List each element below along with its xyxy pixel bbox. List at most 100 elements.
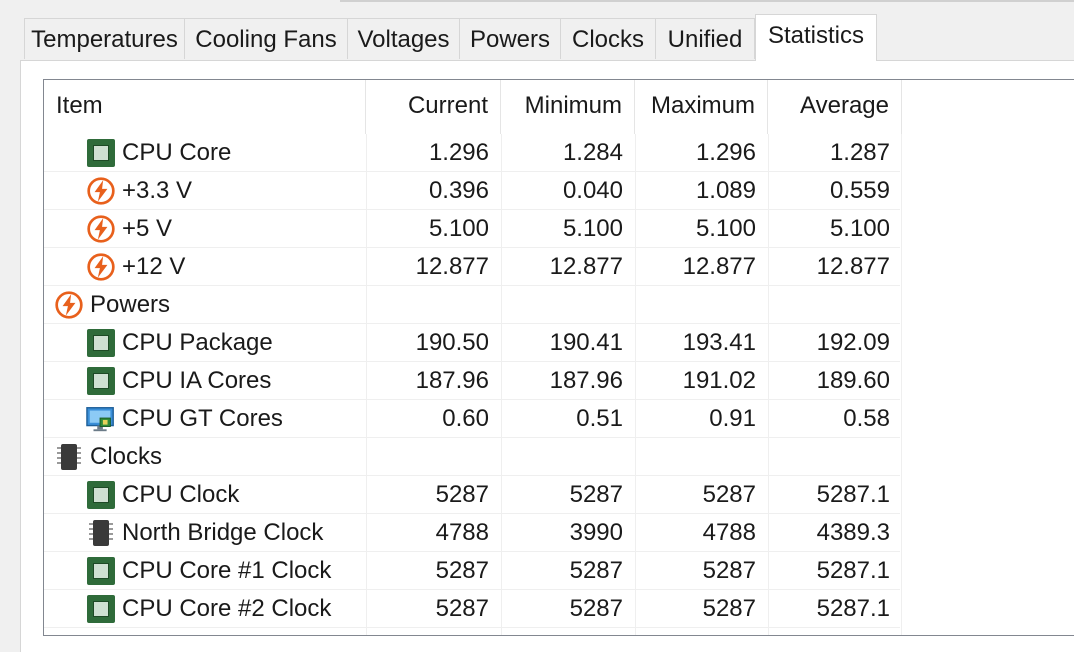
table-row[interactable]: CPU IA Cores 187.96 187.96 191.02 189.60 — [44, 362, 900, 400]
row-item-cell: North Bridge Clock — [86, 514, 366, 551]
table-row[interactable]: CPU Package 190.50 190.41 193.41 192.09 — [44, 324, 900, 362]
memory-chip-icon — [57, 443, 81, 470]
row-maximum-value: 12.877 — [682, 253, 756, 280]
row-current-value: 5287 — [435, 557, 489, 584]
row-maximum-value — [635, 286, 768, 323]
tab-temperatures[interactable]: Temperatures — [24, 18, 185, 59]
gpu-monitor-icon — [86, 406, 114, 431]
cpu-chip-icon — [86, 594, 116, 624]
voltage-bolt-icon — [87, 176, 115, 205]
row-maximum-value — [635, 438, 768, 475]
table-row[interactable]: CPU Clock 5287 5287 5287 5287.1 — [44, 476, 900, 514]
row-label: CPU Clock — [122, 481, 240, 508]
row-average-value: 1.287 — [829, 139, 890, 166]
tab-statistics[interactable]: Statistics — [755, 14, 877, 61]
row-average-value — [768, 438, 902, 475]
row-current-value: 12.877 — [415, 253, 489, 280]
column-header-average[interactable]: Average — [768, 80, 902, 134]
row-minimum-value: 5287 — [569, 481, 623, 508]
row-maximum-value: 1.089 — [695, 177, 756, 204]
row-average-value: 12.877 — [816, 253, 890, 280]
row-current-value: 1.296 — [428, 139, 489, 166]
row-current-value: 187.96 — [415, 367, 489, 394]
row-label: +12 V — [122, 253, 186, 280]
row-minimum-value: 187.96 — [549, 367, 623, 394]
power-bolt-icon — [55, 290, 83, 319]
group-header-row[interactable]: Powers — [44, 286, 900, 324]
table-row[interactable]: +12 V 12.877 12.877 12.877 12.877 — [44, 248, 900, 286]
tab-clocks[interactable]: Clocks — [561, 18, 656, 59]
row-maximum-value: 193.41 — [682, 329, 756, 356]
column-header-minimum[interactable]: Minimum — [501, 80, 635, 134]
cpu-chip-icon — [86, 138, 116, 168]
row-label: Powers — [90, 291, 171, 318]
row-item-cell: Clocks — [54, 438, 366, 475]
row-maximum-value: 4788 — [702, 519, 756, 546]
row-maximum-value: 5287 — [702, 595, 756, 622]
statistics-list[interactable]: Item Current Minimum Maximum Average CPU… — [43, 79, 1074, 636]
row-minimum-value: 5287 — [569, 595, 623, 622]
row-item-cell: CPU Core #2 Clock — [86, 590, 366, 627]
row-minimum-value: 1.284 — [562, 139, 623, 166]
row-item-cell: CPU GT Cores — [86, 400, 366, 437]
row-average-value: 192.09 — [816, 329, 890, 356]
group-header-row[interactable]: Clocks — [44, 438, 900, 476]
row-minimum-value: 0.51 — [576, 405, 623, 432]
row-current-value: 0.60 — [442, 405, 489, 432]
row-item-cell: CPU Clock — [86, 476, 366, 513]
table-row[interactable]: CPU Core #2 Clock 5287 5287 5287 5287.1 — [44, 590, 900, 628]
row-minimum-value: 12.877 — [549, 253, 623, 280]
row-item-cell: +3.3 V — [86, 172, 366, 209]
table-row[interactable]: +3.3 V 0.396 0.040 1.089 0.559 — [44, 172, 900, 210]
row-average-value: 4389.3 — [816, 519, 890, 546]
voltage-bolt-icon — [87, 252, 115, 281]
row-minimum-value: 190.41 — [549, 329, 623, 356]
table-row[interactable]: CPU Core 1.296 1.284 1.296 1.287 — [44, 134, 900, 172]
tab-powers[interactable]: Powers — [460, 18, 561, 59]
row-label: CPU GT Cores — [122, 405, 283, 432]
cpu-chip-icon — [86, 328, 116, 358]
row-item-cell: CPU Core #1 Clock — [86, 552, 366, 589]
row-minimum-value: 5287 — [569, 557, 623, 584]
row-label: +3.3 V — [122, 177, 193, 204]
table-row[interactable]: CPU GT Cores 0.60 0.51 0.91 0.58 — [44, 400, 900, 438]
row-current-value: 190.50 — [415, 329, 489, 356]
tab-unified[interactable]: Unified — [656, 18, 755, 59]
row-average-value: 189.60 — [816, 367, 890, 394]
table-row[interactable]: CPU Core #1 Clock 5287 5287 5287 5287.1 — [44, 552, 900, 590]
row-maximum-value: 5287 — [702, 557, 756, 584]
tab-bar: Temperatures Cooling Fans Voltages Power… — [24, 14, 1074, 61]
row-label: Clocks — [90, 443, 163, 470]
column-header-current[interactable]: Current — [366, 80, 501, 134]
row-maximum-value: 5.100 — [695, 215, 756, 242]
table-row[interactable]: +5 V 5.100 5.100 5.100 5.100 — [44, 210, 900, 248]
row-minimum-value: 0.040 — [562, 177, 623, 204]
row-item-cell: CPU Package — [86, 324, 366, 361]
cpu-chip-icon — [86, 556, 116, 586]
row-current-value: 5287 — [435, 595, 489, 622]
tab-cooling-fans[interactable]: Cooling Fans — [185, 18, 348, 59]
row-current-value: 5.100 — [428, 215, 489, 242]
tab-voltages[interactable]: Voltages — [348, 18, 460, 59]
row-maximum-value: 1.296 — [695, 139, 756, 166]
row-label: CPU Core #2 Clock — [122, 595, 332, 622]
column-header-maximum[interactable]: Maximum — [635, 80, 768, 134]
voltage-bolt-icon — [87, 214, 115, 243]
window-top-edge — [340, 0, 1074, 2]
row-minimum-value — [501, 286, 635, 323]
row-label: CPU Core #1 Clock — [122, 557, 332, 584]
row-minimum-value: 5.100 — [562, 215, 623, 242]
column-header-item[interactable]: Item — [44, 80, 366, 134]
row-current-value — [366, 438, 501, 475]
row-minimum-value — [501, 438, 635, 475]
row-maximum-value: 5287 — [702, 481, 756, 508]
row-label: North Bridge Clock — [122, 519, 324, 546]
row-average-value: 5287.1 — [816, 595, 890, 622]
row-average-value: 0.559 — [829, 177, 890, 204]
row-current-value — [366, 286, 501, 323]
row-label: CPU Core — [122, 139, 232, 166]
row-average-value — [768, 286, 902, 323]
row-item-cell: Powers — [54, 286, 366, 323]
row-average-value: 5.100 — [829, 215, 890, 242]
table-row[interactable]: North Bridge Clock 4788 3990 4788 4389.3 — [44, 514, 900, 552]
